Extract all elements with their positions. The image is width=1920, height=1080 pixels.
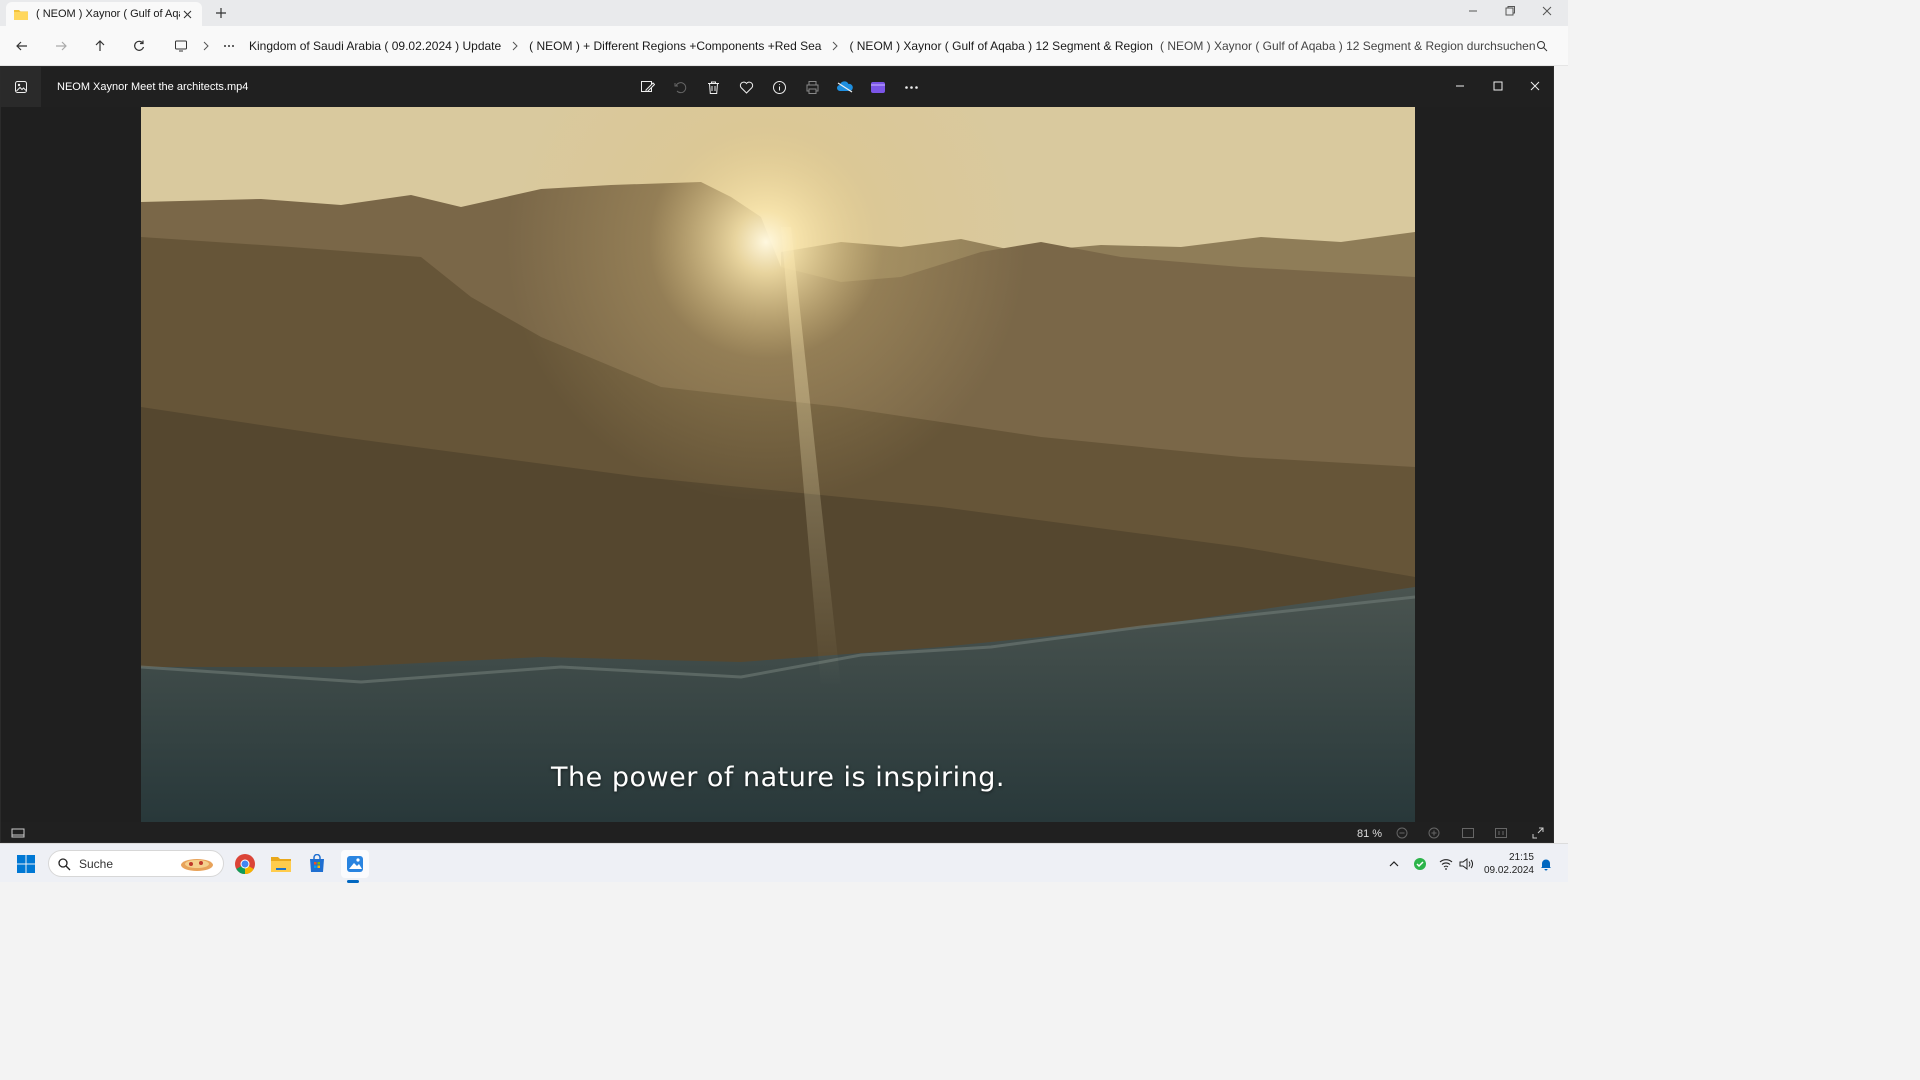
delete-icon[interactable] [703,77,723,97]
more-icon[interactable] [901,77,921,97]
microsoft-store-icon[interactable] [305,852,329,876]
new-tab-icon[interactable] [214,6,228,20]
video-subtitle: The power of nature is inspiring. [551,762,1005,793]
print-icon[interactable] [802,77,822,97]
search-input[interactable]: ( NEOM ) Xaynor ( Gulf of Aqaba ) 12 Seg… [1150,32,1558,60]
breadcrumb: Kingdom of Saudi Arabia ( 09.02.2024 ) U… [241,32,1213,60]
forward-icon[interactable] [54,39,68,53]
clipchamp-icon[interactable] [868,77,888,97]
chrome-icon[interactable] [233,852,257,876]
search-highlight-icon [181,858,213,871]
breadcrumb-item[interactable]: ( NEOM ) Xaynor ( Gulf of Aqaba ) 12 Seg… [849,39,1152,53]
close-icon[interactable] [1528,79,1542,93]
maximize-icon[interactable] [1491,79,1505,93]
active-app-indicator [347,880,359,883]
video-scene [141,107,1415,822]
close-icon[interactable] [1540,4,1554,18]
photos-status-bar: 81 % [1,822,1553,842]
file-name: NEOM Xaynor Meet the architects.mp4 [57,81,249,93]
explorer-tab[interactable]: ( NEOM ) Xaynor ( Gulf of Aqa [6,2,202,26]
address-bar: Kingdom of Saudi Arabia ( 09.02.2024 ) U… [0,26,1568,66]
windows-start-icon[interactable] [14,852,38,876]
chevron-right-icon[interactable] [829,41,841,51]
search-placeholder: ( NEOM ) Xaynor ( Gulf of Aqaba ) 12 Seg… [1160,39,1536,53]
folder-icon [14,9,28,20]
security-shield-icon[interactable] [1408,852,1432,876]
chevron-up-icon[interactable] [1382,852,1406,876]
photos-app-icon[interactable] [1,67,41,107]
video-frame[interactable]: The power of nature is inspiring. [141,107,1415,822]
breadcrumb-item[interactable]: Kingdom of Saudi Arabia ( 09.02.2024 ) U… [249,39,501,53]
up-icon[interactable] [93,39,107,53]
breadcrumb-item[interactable]: ( NEOM ) + Different Regions +Components… [529,39,821,53]
search-icon [1537,41,1548,52]
minimize-icon[interactable] [1453,79,1467,93]
chevron-right-icon[interactable] [509,41,521,51]
restore-icon[interactable] [1503,4,1517,18]
zoom-in-icon[interactable] [1427,826,1441,840]
filmstrip-icon[interactable] [11,826,25,840]
tab-close-icon[interactable] [180,7,194,21]
explorer-tab-bar: ( NEOM ) Xaynor ( Gulf of Aqa [0,0,1568,26]
tab-title: ( NEOM ) Xaynor ( Gulf of Aqa [36,8,180,20]
photos-window: NEOM Xaynor Meet the architects.mp4 The … [0,66,1554,843]
actual-size-icon[interactable] [1494,826,1508,840]
rotate-icon[interactable] [670,77,690,97]
photos-toolbar [637,77,921,97]
more-locations-icon[interactable] [222,39,236,53]
this-pc-icon[interactable] [174,39,188,53]
onedrive-icon[interactable] [835,77,855,97]
taskbar: Suche 21:15 09.02.2024 [0,843,1568,883]
fit-window-icon[interactable] [1461,826,1475,840]
photos-title-bar: NEOM Xaynor Meet the architects.mp4 [1,67,1553,107]
taskbar-search-input[interactable]: Suche [48,850,224,877]
search-icon [58,857,71,870]
refresh-icon[interactable] [132,39,146,53]
photos-taskbar-icon[interactable] [341,850,369,878]
clock-date: 09.02.2024 [1483,865,1534,876]
info-icon[interactable] [769,77,789,97]
chevron-right-icon[interactable] [199,39,213,53]
system-clock[interactable]: 21:15 09.02.2024 [1478,851,1534,877]
notification-bell-icon[interactable] [1534,852,1558,876]
clock-time: 21:15 [1508,852,1534,863]
file-explorer-icon[interactable] [269,852,293,876]
volume-icon[interactable] [1454,852,1478,876]
zoom-level: 81 % [1357,828,1383,840]
edit-icon[interactable] [637,77,657,97]
minimize-icon[interactable] [1466,4,1480,18]
back-icon[interactable] [15,39,29,53]
favorite-icon[interactable] [736,77,756,97]
zoom-out-icon[interactable] [1395,826,1409,840]
search-label: Suche [79,856,114,871]
fullscreen-icon[interactable] [1531,826,1545,840]
